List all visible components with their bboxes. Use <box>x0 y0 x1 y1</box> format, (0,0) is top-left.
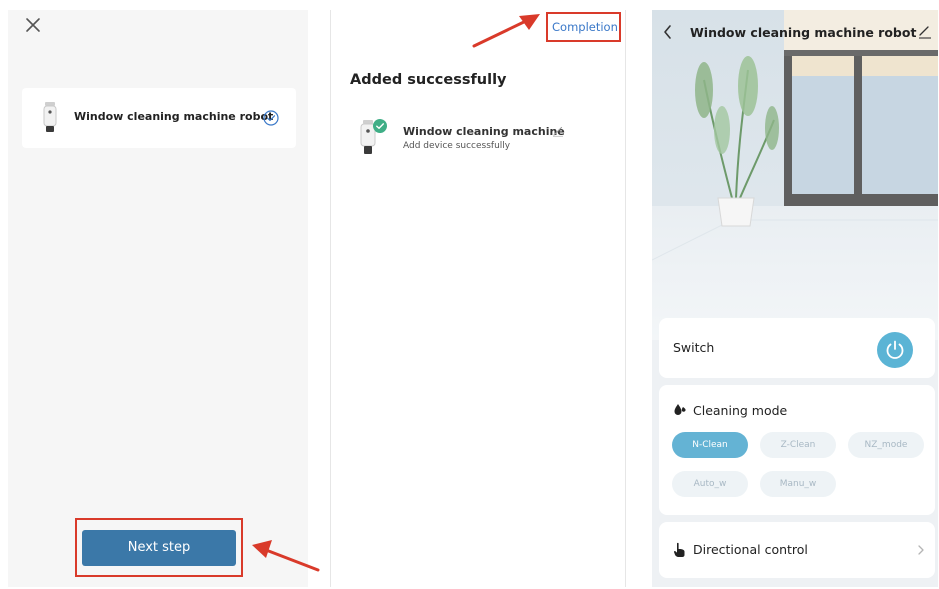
instruction-stage: Window cleaning machine robot Next step … <box>0 0 939 589</box>
mode-chip-nz-mode[interactable]: NZ_mode <box>848 432 924 458</box>
chevron-left-icon[interactable] <box>662 24 674 40</box>
device-status: Add device successfully <box>403 141 511 151</box>
cleaning-mode-card: Cleaning mode N-Clean Z-Clean NZ_mode Au… <box>659 385 935 515</box>
arrow-to-next-step-icon <box>252 540 320 572</box>
cleaning-mode-title: Cleaning mode <box>693 403 788 418</box>
power-icon <box>886 340 904 359</box>
mode-chip-z-clean[interactable]: Z-Clean <box>760 432 836 458</box>
pencil-icon[interactable] <box>552 125 564 137</box>
page-title: Added successfully <box>350 72 507 88</box>
close-icon[interactable] <box>22 14 44 36</box>
device-name: Window cleaning machine robot <box>74 110 274 123</box>
switch-label: Switch <box>673 340 715 355</box>
chevron-right-icon <box>918 545 924 555</box>
device-name: Window cleaning machine <box>403 125 565 138</box>
device-control-screen: Window cleaning machine robot Switch Cle… <box>652 10 938 587</box>
drops-icon <box>674 404 686 415</box>
arrow-to-completion-icon <box>472 14 540 48</box>
room-background-image <box>652 10 938 340</box>
next-step-button[interactable]: Next step <box>82 530 236 566</box>
switch-card: Switch <box>659 318 935 378</box>
device-title: Window cleaning machine robot <box>690 25 917 40</box>
mode-chip-auto-w[interactable]: Auto_w <box>672 471 748 497</box>
mode-chip-manu-w[interactable]: Manu_w <box>760 471 836 497</box>
directional-control-label: Directional control <box>693 542 808 557</box>
check-circle-icon[interactable] <box>263 110 279 126</box>
pencil-icon[interactable] <box>918 25 932 39</box>
add-device-screen: Window cleaning machine robot Next step <box>8 10 308 587</box>
directional-control-row[interactable]: Directional control <box>659 522 935 578</box>
completion-button[interactable]: Completion <box>552 20 618 34</box>
success-check-icon <box>373 119 387 133</box>
added-success-screen: Completion Added successfully Window cle… <box>330 10 626 587</box>
mode-chip-n-clean[interactable]: N-Clean <box>672 432 748 458</box>
completion-highlight: Completion <box>546 12 621 42</box>
hand-pointer-icon <box>673 542 685 557</box>
robot-device-icon <box>43 102 57 132</box>
power-button[interactable] <box>877 332 913 368</box>
next-step-highlight: Next step <box>75 518 243 577</box>
device-card[interactable]: Window cleaning machine robot <box>22 88 296 148</box>
